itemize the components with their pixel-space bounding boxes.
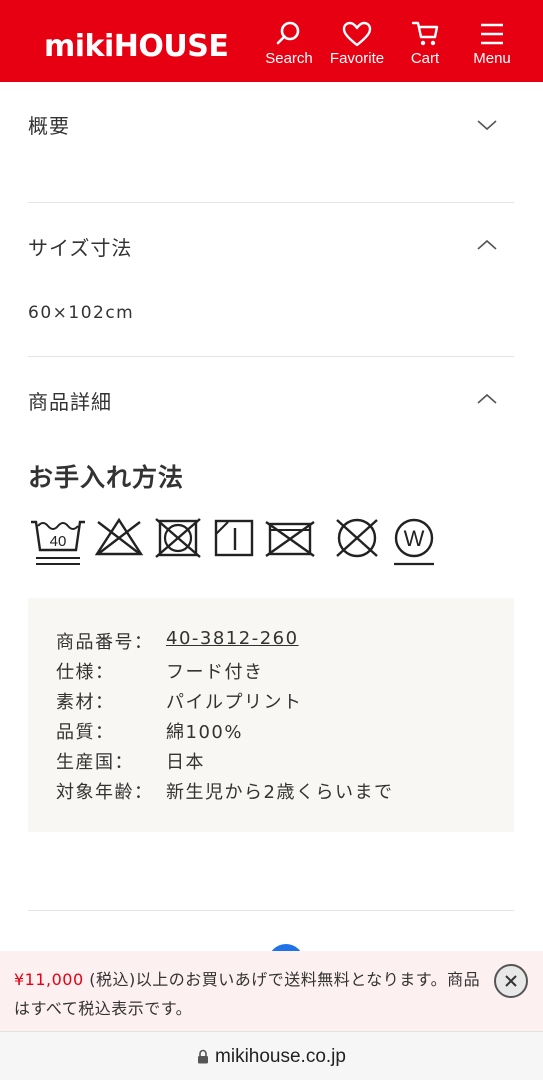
nav-menu-label: Menu [473, 50, 511, 67]
close-icon [505, 975, 517, 987]
nav-favorite-button[interactable]: Favorite [324, 20, 390, 67]
spec-value: 綿100% [166, 722, 243, 743]
care-title: お手入れ方法 [28, 463, 185, 492]
site-header: mikiHOUSE Search Favorite Cart Menu [0, 0, 543, 82]
spec-key: 商品番号： [56, 632, 154, 653]
wet-clean-letter: W [404, 526, 425, 551]
nav-cart-label: Cart [410, 50, 440, 67]
divider [28, 910, 514, 911]
no-tumble-dry-icon [155, 518, 201, 558]
spec-key: 生産国： [56, 752, 134, 773]
details-title: 商品詳細 [28, 390, 112, 414]
notice-body: (税込)以上のお買いあげで送料無料となります。商品はすべて税込表示です。 [14, 970, 481, 1018]
item-number-link[interactable]: 40-3812-260 [166, 628, 299, 649]
heart-icon [342, 21, 372, 47]
logo[interactable]: mikiHOUSE [44, 29, 229, 65]
care-icons: 40 W [28, 516, 448, 576]
no-iron-icon [265, 521, 315, 557]
url-display: mikihouse.co.jp [0, 1046, 543, 1068]
wash-40-gentle-icon: 40 [31, 520, 85, 565]
chevron-up-icon [477, 239, 497, 250]
spec-key: 仕様： [56, 662, 115, 683]
spec-value: 新生児から2歳くらいまで [166, 782, 394, 803]
chevron-down-icon [477, 120, 497, 131]
accordion-size[interactable]: サイズ寸法 [28, 232, 514, 272]
spec-key: 品質： [56, 722, 115, 743]
notice-close-button[interactable] [494, 964, 528, 998]
browser-url-bar[interactable]: mikihouse.co.jp [0, 1031, 543, 1080]
shipping-notice: ¥11,000 (税込)以上のお買いあげで送料無料となります。商品はすべて税込表… [0, 951, 543, 1031]
url-text: mikihouse.co.jp [215, 1046, 346, 1067]
notice-text: ¥11,000 (税込)以上のお買いあげで送料無料となります。商品はすべて税込表… [14, 965, 484, 1023]
spec-box: 商品番号： 40-3812-260 仕様： フード付き 素材： パイルプリント … [28, 598, 514, 832]
wet-clean-gentle-icon: W [394, 518, 434, 566]
spec-value: パイルプリント [166, 692, 303, 713]
no-bleach-icon [94, 517, 144, 556]
search-icon [276, 21, 300, 45]
divider [28, 202, 514, 203]
accordion-overview[interactable]: 概要 [28, 110, 514, 150]
nav-search-label: Search [265, 50, 313, 67]
size-value: 60×102cm [28, 303, 135, 323]
spec-value: 日本 [166, 752, 205, 773]
divider [28, 356, 514, 357]
spec-key: 対象年齢： [56, 782, 154, 803]
spec-value: フード付き [166, 662, 264, 683]
nav-cart-button[interactable]: Cart [392, 20, 458, 67]
nav-search-button[interactable]: Search [256, 20, 322, 67]
spec-key: 素材： [56, 692, 115, 713]
overview-title: 概要 [28, 114, 70, 138]
no-dry-clean-icon [336, 518, 378, 558]
line-dry-shade-icon [214, 519, 254, 557]
notice-price: ¥11,000 [14, 970, 84, 989]
menu-icon [481, 23, 503, 45]
wash-temp-label: 40 [50, 533, 67, 550]
accordion-details[interactable]: 商品詳細 [28, 386, 514, 426]
nav-favorite-label: Favorite [329, 50, 385, 67]
cart-icon [411, 21, 439, 46]
lock-icon [198, 1049, 209, 1064]
nav-menu-button[interactable]: Menu [459, 20, 525, 67]
size-title: サイズ寸法 [28, 236, 133, 260]
chevron-up-icon [477, 393, 497, 404]
